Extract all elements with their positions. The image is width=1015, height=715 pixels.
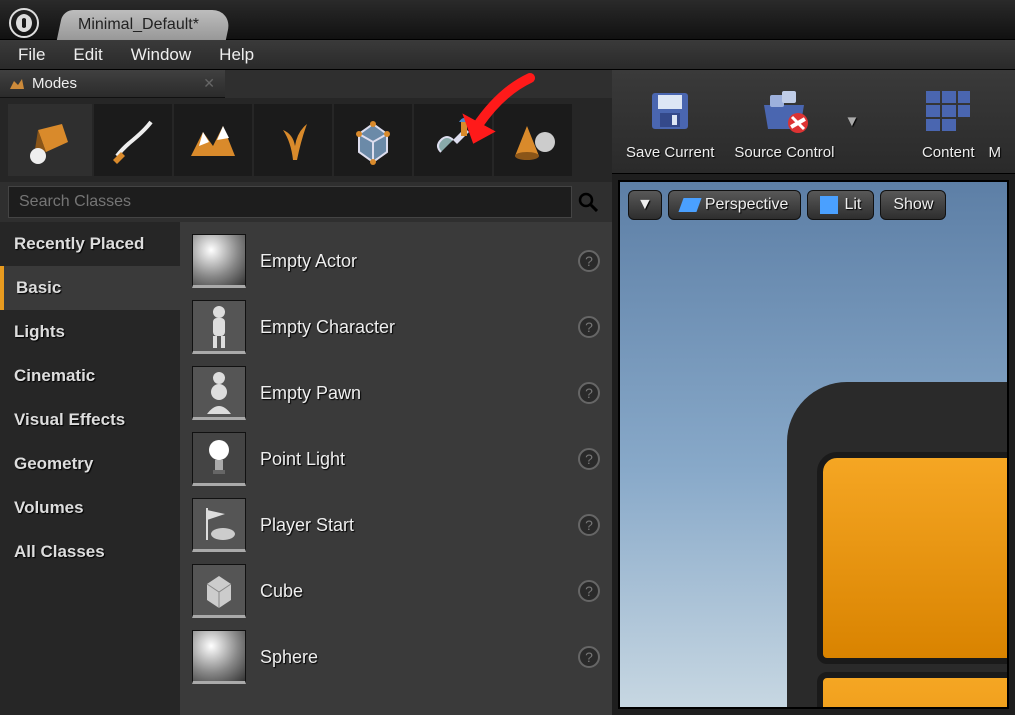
actor-list[interactable]: Empty Actor ? Empty Character ? Empty Pa… xyxy=(180,222,612,715)
actor-empty-pawn[interactable]: Empty Pawn ? xyxy=(184,360,608,426)
cone-mode-icon xyxy=(505,112,561,168)
mode-landscape[interactable] xyxy=(174,104,252,176)
actor-label: Player Start xyxy=(260,515,564,536)
cat-recently-placed[interactable]: Recently Placed xyxy=(0,222,180,266)
toolbar-more[interactable]: M xyxy=(989,82,1002,161)
actor-point-light[interactable]: Point Light ? xyxy=(184,426,608,492)
unreal-logo-icon xyxy=(8,7,40,39)
actor-label: Point Light xyxy=(260,449,564,470)
document-tab[interactable]: Minimal_Default* xyxy=(57,10,232,40)
actor-cube[interactable]: Cube ? xyxy=(184,558,608,624)
foliage-mode-icon xyxy=(265,112,321,168)
menu-window[interactable]: Window xyxy=(131,45,191,65)
help-icon[interactable]: ? xyxy=(578,514,600,536)
cat-all-classes[interactable]: All Classes xyxy=(0,530,180,574)
source-control-label: Source Control xyxy=(734,144,834,161)
category-list: Recently Placed Basic Lights Cinematic V… xyxy=(0,222,180,715)
pawn-icon xyxy=(192,366,246,420)
menu-bar: File Edit Window Help xyxy=(0,40,1015,70)
help-icon[interactable]: ? xyxy=(578,448,600,470)
cat-cinematic[interactable]: Cinematic xyxy=(0,354,180,398)
save-label: Save Current xyxy=(626,144,714,161)
show-label: Show xyxy=(893,196,933,214)
mode-cone[interactable] xyxy=(494,104,572,176)
lit-label: Lit xyxy=(844,196,861,214)
right-area: Save Current S xyxy=(612,70,1015,715)
lit-icon xyxy=(820,196,838,214)
cube-icon xyxy=(192,564,246,618)
save-button[interactable]: Save Current xyxy=(626,82,714,161)
search-input[interactable] xyxy=(8,186,572,218)
geometry-mode-icon xyxy=(345,112,401,168)
sphere-icon xyxy=(192,630,246,684)
sphere-icon xyxy=(192,234,246,288)
cat-volumes[interactable]: Volumes xyxy=(0,486,180,530)
actor-label: Sphere xyxy=(260,647,564,668)
search-icon xyxy=(578,192,598,212)
mesh-paint-mode-icon xyxy=(425,112,481,168)
search-row xyxy=(0,182,612,222)
content-button[interactable]: Content xyxy=(922,82,975,161)
viewport[interactable]: ▼ Perspective Lit Show xyxy=(618,180,1009,709)
cat-visual-effects[interactable]: Visual Effects xyxy=(0,398,180,442)
actor-player-start[interactable]: Player Start ? xyxy=(184,492,608,558)
actor-empty-actor[interactable]: Empty Actor ? xyxy=(184,228,608,294)
actor-label: Cube xyxy=(260,581,564,602)
help-icon[interactable]: ? xyxy=(578,316,600,338)
actor-label: Empty Pawn xyxy=(260,383,564,404)
content-icon xyxy=(922,87,974,135)
viewport-options[interactable]: ▼ xyxy=(628,190,662,220)
toolbar-more-label: M xyxy=(989,144,1002,161)
perspective-icon xyxy=(678,198,701,212)
cat-geometry[interactable]: Geometry xyxy=(0,442,180,486)
help-icon[interactable]: ? xyxy=(578,250,600,272)
content-label: Content xyxy=(922,144,975,161)
chevron-down-icon[interactable]: ▼ xyxy=(844,113,859,130)
source-control-icon xyxy=(756,85,812,137)
character-icon xyxy=(192,300,246,354)
help-icon[interactable]: ? xyxy=(578,382,600,404)
paint-mode-icon xyxy=(105,112,161,168)
menu-file[interactable]: File xyxy=(18,45,45,65)
chevron-down-icon: ▼ xyxy=(637,196,653,214)
place-mode-icon xyxy=(22,112,78,168)
viewport-scene-object xyxy=(787,382,1009,709)
actor-label: Empty Actor xyxy=(260,251,564,272)
modes-panel-title: Modes xyxy=(32,75,77,92)
help-icon[interactable]: ? xyxy=(578,646,600,668)
mode-geometry[interactable] xyxy=(334,104,412,176)
modes-close-icon[interactable]: ✕ xyxy=(203,75,215,92)
help-icon[interactable]: ? xyxy=(578,580,600,602)
menu-help[interactable]: Help xyxy=(219,45,254,65)
modes-header-icon xyxy=(8,75,26,93)
perspective-label: Perspective xyxy=(705,196,789,214)
cat-basic[interactable]: Basic xyxy=(0,266,180,310)
viewport-controls: ▼ Perspective Lit Show xyxy=(628,190,946,220)
actor-empty-character[interactable]: Empty Character ? xyxy=(184,294,608,360)
main-toolbar: Save Current S xyxy=(612,70,1015,174)
modes-panel-header[interactable]: Modes ✕ xyxy=(0,70,225,98)
viewport-show[interactable]: Show xyxy=(880,190,946,220)
mode-mesh-paint[interactable] xyxy=(414,104,492,176)
mode-toolbar xyxy=(0,98,612,182)
actor-sphere[interactable]: Sphere ? xyxy=(184,624,608,690)
save-icon xyxy=(644,85,696,137)
viewport-lit[interactable]: Lit xyxy=(807,190,874,220)
document-tab-label: Minimal_Default* xyxy=(78,16,199,34)
modes-panel: Modes ✕ xyxy=(0,70,612,715)
title-bar: Minimal_Default* xyxy=(0,0,1015,40)
actor-label: Empty Character xyxy=(260,317,564,338)
mode-foliage[interactable] xyxy=(254,104,332,176)
menu-edit[interactable]: Edit xyxy=(73,45,102,65)
mode-place[interactable] xyxy=(8,104,92,176)
landscape-mode-icon xyxy=(185,112,241,168)
source-control-button[interactable]: Source Control ▼ xyxy=(734,82,859,161)
flag-icon xyxy=(192,498,246,552)
viewport-perspective[interactable]: Perspective xyxy=(668,190,802,220)
mode-paint[interactable] xyxy=(94,104,172,176)
cat-lights[interactable]: Lights xyxy=(0,310,180,354)
search-button[interactable] xyxy=(572,186,604,218)
light-icon xyxy=(192,432,246,486)
